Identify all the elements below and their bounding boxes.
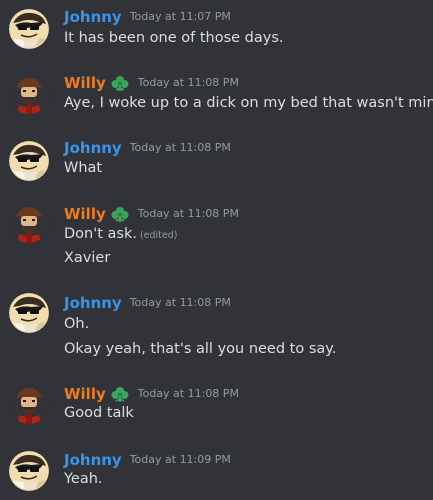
willy-avatar-icon[interactable] [9, 384, 49, 424]
message-header: Willy Today at 11:08 PM [64, 203, 239, 225]
username[interactable]: Johnny [64, 138, 122, 158]
message-group: Willy Today at 11:08 PM Aye, I woke up t… [0, 66, 433, 128]
message-group: Johnny Today at 11:08 PM What [0, 131, 433, 193]
johnny-avatar-icon[interactable] [9, 141, 49, 181]
message-group: Johnny Today at 11:09 PM Yeah. [0, 443, 433, 500]
timestamp[interactable]: Today at 11:08 PM [130, 293, 231, 313]
message-group: Willy Today at 11:08 PM Don't ask. (edite… [0, 197, 433, 281]
message-group: Willy Today at 11:08 PM Good talk [0, 377, 433, 439]
username[interactable]: Johnny [64, 450, 122, 470]
message-text: Don't ask. (edited) [64, 224, 177, 246]
username[interactable]: Johnny [64, 7, 122, 27]
message-text: It has been one of those days. [64, 30, 284, 46]
message-header: Willy Today at 11:08 PM [64, 383, 239, 405]
chat-message-list: Johnny Today at 11:07 PM It has been one… [0, 0, 433, 500]
message-group: Johnny Today at 11:08 PM Oh. Okay yeah, … [0, 286, 433, 370]
username[interactable]: Willy [64, 384, 106, 404]
username[interactable]: Willy [64, 73, 106, 93]
message-text: What [64, 160, 103, 176]
message-text: Good talk [64, 405, 134, 421]
timestamp[interactable]: Today at 11:09 PM [130, 450, 231, 470]
message-header: Johnny Today at 11:07 PM [64, 6, 231, 28]
message-text-content: Don't ask. [64, 226, 137, 242]
username[interactable]: Willy [64, 204, 106, 224]
message-header: Johnny Today at 11:09 PM [64, 449, 231, 471]
timestamp[interactable]: Today at 11:07 PM [130, 7, 231, 27]
leaf-badge-icon[interactable] [110, 204, 130, 224]
message-text: Xavier [64, 250, 111, 266]
timestamp[interactable]: Today at 11:08 PM [138, 73, 239, 93]
timestamp[interactable]: Today at 11:08 PM [130, 138, 231, 158]
message-group: Johnny Today at 11:07 PM It has been one… [0, 0, 433, 62]
johnny-avatar-icon[interactable] [9, 293, 49, 333]
johnny-avatar-icon[interactable] [9, 9, 49, 49]
johnny-avatar-icon[interactable] [9, 451, 49, 491]
willy-avatar-icon[interactable] [9, 203, 49, 243]
timestamp[interactable]: Today at 11:08 PM [138, 204, 239, 224]
message-text: Okay yeah, that's all you need to say. [64, 341, 337, 357]
message-text: Oh. [64, 316, 90, 332]
willy-avatar-icon[interactable] [9, 74, 49, 114]
message-header: Johnny Today at 11:08 PM [64, 137, 231, 159]
message-text: Yeah. [64, 471, 103, 487]
leaf-badge-icon[interactable] [110, 73, 130, 93]
message-header: Willy Today at 11:08 PM [64, 72, 239, 94]
timestamp[interactable]: Today at 11:08 PM [138, 384, 239, 404]
leaf-badge-icon[interactable] [110, 384, 130, 404]
edited-label: (edited) [139, 230, 178, 241]
username[interactable]: Johnny [64, 293, 122, 313]
message-header: Johnny Today at 11:08 PM [64, 292, 231, 314]
message-text: Aye, I woke up to a dick on my bed that … [64, 95, 433, 111]
